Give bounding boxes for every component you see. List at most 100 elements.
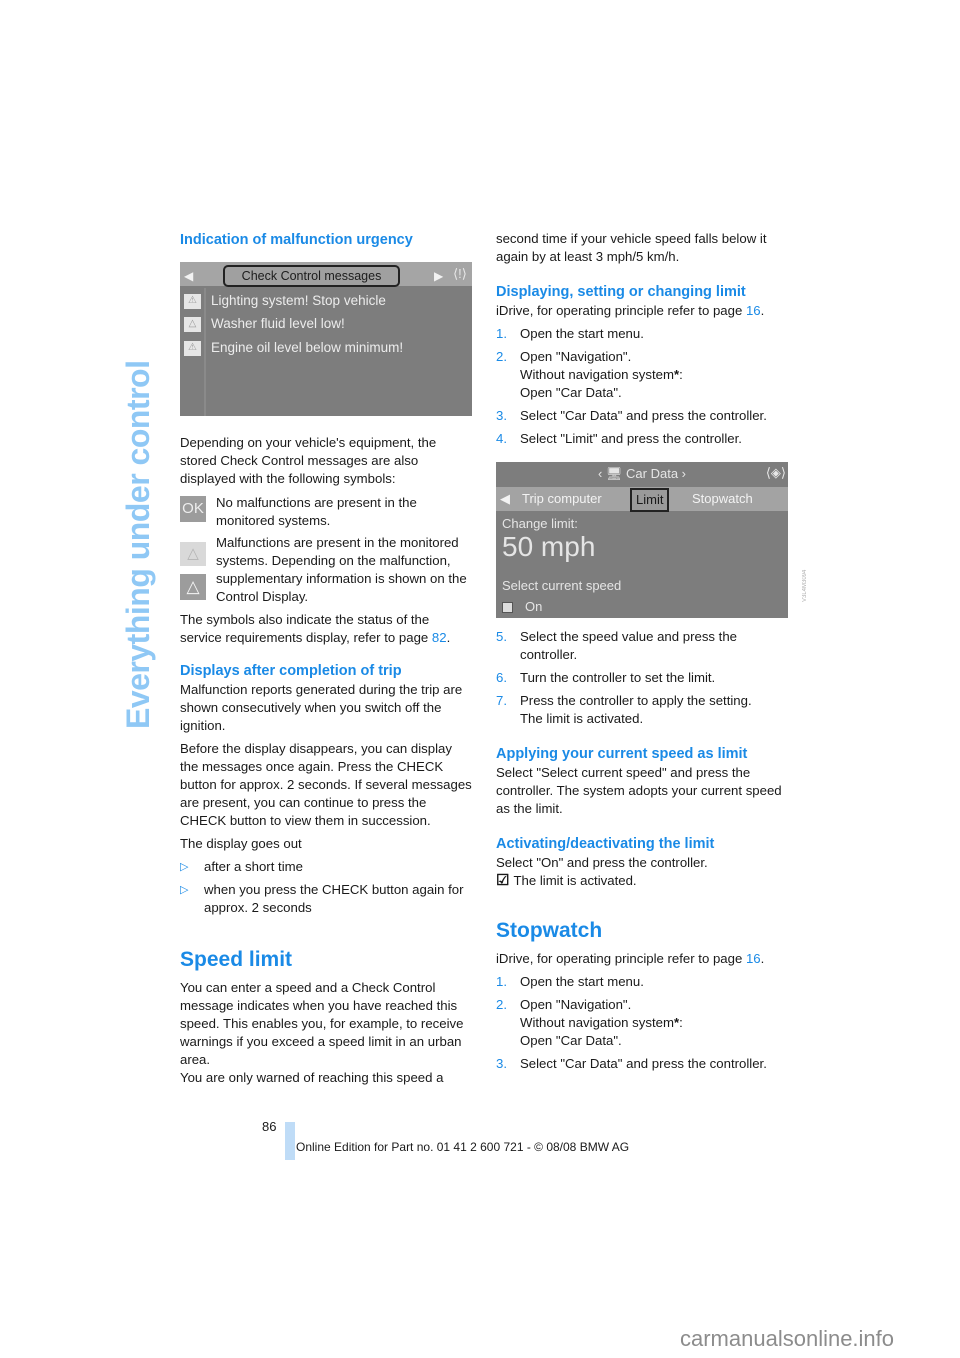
- right-column: second time if your vehicle speed falls …: [496, 230, 808, 1073]
- colon: :: [679, 367, 683, 382]
- status-text: The symbols also indicate the status of …: [180, 612, 432, 645]
- section-title: Everything under control: [120, 360, 156, 729]
- step-number: 1.: [496, 974, 507, 989]
- paragraph-equipment: Depending on your vehicle's equipment, t…: [180, 435, 437, 486]
- page-link-16[interactable]: 16: [746, 303, 761, 318]
- step-text: Turn the controller to set the limit.: [520, 670, 716, 685]
- heading-stopwatch: Stopwatch: [496, 919, 603, 942]
- message-text: Lighting system! Stop vehicle: [211, 293, 386, 308]
- symbol-ok-row: OK No malfunctions are present in the mo…: [180, 494, 472, 530]
- colon: :: [679, 1015, 683, 1030]
- step-text: Open the start menu.: [520, 326, 644, 341]
- paragraph-speed-2: You are only warned of reaching this spe…: [180, 1070, 444, 1085]
- step-number: 5.: [496, 629, 507, 644]
- controller-icon: ⟨!⟩: [453, 266, 467, 281]
- heading-apply-current-speed: Applying your current speed as limit: [496, 746, 748, 762]
- step-item: 1. Open the start menu.: [496, 973, 788, 991]
- period: .: [760, 303, 765, 318]
- paragraph-apply: Select "Select current speed" and press …: [496, 765, 782, 816]
- paragraph-status: The symbols also indicate the status of …: [180, 611, 472, 647]
- list-item: ▷ after a short time: [180, 858, 472, 876]
- tab-bar: ◀ Trip computer Limit Stopwatch: [496, 487, 788, 512]
- message-row: ⚠ Lighting system! Stop vehicle: [184, 292, 386, 310]
- warning-triangle-light-icon: △: [180, 542, 206, 566]
- paragraph-trip-1: Malfunction reports generated during the…: [180, 682, 463, 733]
- step-text: Select "Car Data" and press the controll…: [520, 1056, 767, 1071]
- step-item: 2. Open "Navigation". Without navigation…: [496, 996, 788, 1050]
- step-item: 7. Press the controller to apply the set…: [496, 692, 788, 728]
- step-text: Open "Navigation". Without navigation sy…: [520, 348, 788, 402]
- paragraph-activated: ☑ The limit is activated.: [496, 872, 788, 890]
- tab-trip-computer: Trip computer: [522, 491, 602, 506]
- bullet-arrow-icon: ▷: [180, 861, 189, 873]
- bullet-arrow-icon: ▷: [180, 884, 189, 896]
- paragraph-speed-1: You can enter a speed and a Check Contro…: [180, 980, 464, 1067]
- message-text: Engine oil level below minimum!: [211, 340, 404, 355]
- step-number: 7.: [496, 693, 507, 708]
- watermark: carmanualsonline.info: [680, 1326, 895, 1351]
- ok-icon: OK: [180, 496, 206, 522]
- step-line: Open "Navigation".: [520, 997, 632, 1012]
- step-number: 3.: [496, 1056, 507, 1071]
- left-column: Indication of malfunction urgency ◀ Chec…: [180, 230, 472, 1087]
- step-number: 1.: [496, 326, 507, 341]
- warning-triangle-icon: ⚠: [184, 293, 201, 309]
- step-item: 4. Select "Limit" and press the controll…: [496, 430, 788, 448]
- bullet-text: when you press the CHECK button again fo…: [204, 882, 464, 915]
- edition-note: Online Edition for Part no. 01 41 2 600 …: [296, 1140, 630, 1154]
- period: .: [446, 630, 451, 645]
- section-side-tab: Everything under control: [118, 229, 158, 729]
- warning-triangle-icon: ⚠: [184, 340, 201, 356]
- step-line: Open "Navigation".: [520, 349, 632, 364]
- right-arrow-icon: ▶: [434, 269, 444, 283]
- step-item: 3. Select "Car Data" and press the contr…: [496, 407, 788, 425]
- bullet-text: after a short time: [204, 859, 303, 874]
- step-number: 2.: [496, 997, 507, 1012]
- step-line: Without navigation system: [520, 367, 674, 382]
- paragraph-display-goes-out: The display goes out: [180, 836, 302, 851]
- symbol-triangle-text: Malfunctions are present in the monitore…: [216, 535, 467, 604]
- heading-malfunction-urgency: Indication of malfunction urgency: [180, 232, 413, 248]
- step-line: Open "Car Data".: [520, 385, 622, 400]
- idrive-text: iDrive, for operating principle refer to…: [496, 951, 746, 966]
- step-text: Select "Car Data" and press the controll…: [520, 408, 767, 423]
- car-data-limit-screenshot: ‹ 🖥 Car Data › ⟨◈⟩ ◀ Trip computer Limit…: [496, 462, 808, 618]
- step-item: 2. Open "Navigation". Without navigation…: [496, 348, 788, 402]
- symbol-triangle-row: △ △ Malfunctions are present in the moni…: [180, 534, 472, 606]
- step-text: Select the speed value and press the con…: [520, 629, 738, 662]
- on-option: On: [502, 598, 542, 616]
- left-arrow-icon: ◀: [184, 269, 194, 283]
- on-label: On: [525, 599, 543, 614]
- symbol-ok-text: No malfunctions are present in the monit…: [216, 495, 417, 528]
- checkmark-icon: ☑: [496, 872, 510, 889]
- page-link-82[interactable]: 82: [432, 630, 447, 645]
- step-line: Press the controller to apply the settin…: [520, 693, 752, 708]
- step-item: 3. Select "Car Data" and press the contr…: [496, 1055, 788, 1073]
- message-row: △ Washer fluid level low!: [184, 315, 345, 333]
- step-number: 6.: [496, 670, 507, 685]
- check-control-tab: Check Control messages: [223, 265, 400, 287]
- message-text: Washer fluid level low!: [211, 316, 345, 331]
- limit-value: 50 mph: [502, 531, 596, 562]
- step-text: Open "Navigation". Without navigation sy…: [520, 996, 788, 1050]
- step-text: Select "Limit" and press the controller.: [520, 431, 742, 446]
- tab-arrow-icon: ◀: [500, 491, 510, 506]
- select-current-speed-label: Select current speed: [502, 578, 622, 593]
- warning-triangle-icon: △: [184, 316, 201, 332]
- step-number: 4.: [496, 431, 507, 446]
- step-number: 2.: [496, 349, 507, 364]
- tab-stopwatch: Stopwatch: [692, 491, 753, 506]
- step-line: Open "Car Data".: [520, 1033, 622, 1048]
- idrive-text: iDrive, for operating principle refer to…: [496, 303, 746, 318]
- step-item: 1. Open the start menu.: [496, 325, 788, 343]
- paragraph-activate: Select "On" and press the controller.: [496, 855, 708, 870]
- tab-limit: Limit: [630, 488, 670, 512]
- paragraph-trip-2: Before the display disappears, you can d…: [180, 741, 472, 828]
- step-text: Open the start menu.: [520, 974, 644, 989]
- heading-displaying-limit: Displaying, setting or changing limit: [496, 284, 746, 300]
- message-row: ⚠ Engine oil level below minimum!: [184, 339, 403, 357]
- page-link-16[interactable]: 16: [746, 951, 761, 966]
- image-code: V3L4M3094: [802, 569, 808, 602]
- check-control-screenshot: ◀ Check Control messages ▶ ⟨!⟩ ⚠ Lightin…: [180, 262, 472, 416]
- checkbox-icon: [502, 602, 513, 614]
